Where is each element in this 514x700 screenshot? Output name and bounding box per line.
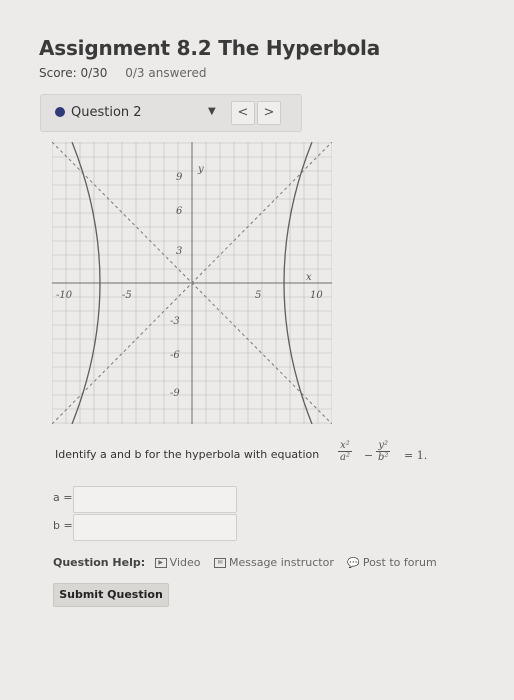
y-tick-label: -9 (170, 388, 180, 399)
page: Assignment 8.2 The Hyperbola Score: 0/30… (0, 0, 514, 700)
x-tick-label: -5 (122, 290, 132, 301)
a-label: a = (53, 491, 73, 504)
question-label: Question 2 (71, 105, 142, 120)
y-tick-label: -6 (170, 350, 180, 361)
a-input[interactable] (73, 486, 237, 513)
page-title: Assignment 8.2 The Hyperbola (39, 36, 380, 60)
b-input[interactable] (73, 514, 237, 541)
hyperbola-graph: y x -10 -5 5 10 9 6 3 -3 -6 -9 (52, 142, 332, 424)
post-to-forum-link[interactable]: 💬 Post to forum (347, 556, 436, 569)
x-axis-label: x (306, 272, 312, 283)
envelope-icon: ✉ (213, 558, 226, 568)
equation-term1: x² a² (338, 440, 352, 463)
answered-count: 0/3 answered (125, 66, 207, 80)
y-tick-label: 6 (176, 206, 183, 217)
equation-minus: − (364, 449, 374, 462)
question-status-dot-icon (55, 107, 65, 117)
y-tick-label: 3 (176, 246, 182, 257)
y-tick-label: 9 (176, 172, 183, 183)
hyperbola-equation: x² a² − y² b² = 1. (338, 440, 448, 476)
dropdown-caret-icon[interactable]: ▼ (208, 106, 216, 117)
question-selector[interactable]: Question 2 ▼ < > (40, 94, 302, 132)
x-tick-label: 5 (255, 290, 261, 301)
x-tick-label: -10 (56, 290, 73, 301)
b-label: b = (53, 519, 73, 532)
question-prompt: Identify a and b for the hyperbola with … (55, 448, 320, 461)
play-icon: ▶ (154, 558, 167, 568)
equation-rhs: = 1. (404, 449, 428, 462)
y-axis-label: y (197, 164, 204, 175)
message-instructor-link[interactable]: ✉ Message instructor (213, 556, 334, 569)
speech-bubble-icon: 💬 (347, 558, 360, 569)
question-help-label: Question Help: (53, 556, 146, 569)
question-help: Question Help: ▶ Video ✉ Message instructo… (53, 556, 447, 569)
submit-question-button[interactable]: Submit Question (53, 583, 169, 607)
equation-term2: y² b² (376, 440, 391, 463)
x-tick-label: 10 (310, 290, 323, 301)
score-text: Score: 0/30 (39, 66, 108, 80)
next-question-button[interactable]: > (257, 101, 281, 125)
prev-question-button[interactable]: < (231, 101, 255, 125)
y-tick-label: -3 (170, 316, 180, 327)
video-link[interactable]: ▶ Video (154, 556, 200, 569)
score-line: Score: 0/30 0/3 answered (39, 66, 206, 80)
